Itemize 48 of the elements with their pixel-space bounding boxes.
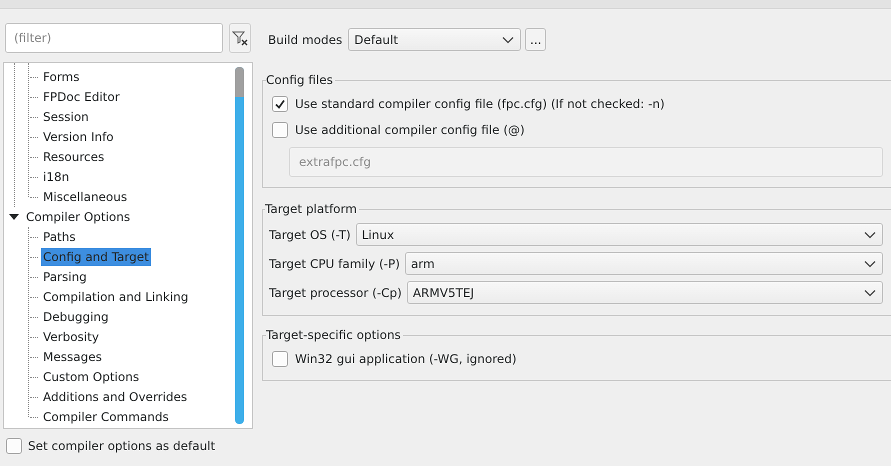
build-mode-dropdown[interactable]: Default xyxy=(348,28,522,51)
field-label: Target CPU family (-P) xyxy=(269,256,400,270)
group-title: Config files xyxy=(266,73,334,87)
chevron-down-icon xyxy=(502,36,514,44)
chevron-down-icon xyxy=(864,260,876,268)
field-label: Target OS (-T) xyxy=(269,228,351,242)
scrollbar[interactable] xyxy=(235,67,244,424)
checkbox-label: Win32 gui application (-WG, ignored) xyxy=(295,352,517,366)
target-dropdown[interactable]: ARMV5TEJ xyxy=(406,281,883,304)
checkbox-label: Use additional compiler config file (@) xyxy=(295,123,525,137)
chevron-down-icon xyxy=(864,230,876,238)
tree-item[interactable]: Additions and Overrides xyxy=(41,388,190,406)
tree-item[interactable]: Compiler Commands xyxy=(41,408,171,426)
build-modes-button[interactable]: ... xyxy=(525,28,546,51)
tree-item[interactable]: Messages xyxy=(41,348,104,366)
filter-field[interactable]: (filter) xyxy=(5,23,223,53)
checkbox[interactable] xyxy=(272,351,288,367)
tree-item[interactable]: Resources xyxy=(41,148,106,166)
tree-item[interactable]: Compiler Options xyxy=(24,208,132,226)
checkbox-label: Use standard compiler config file (fpc.cfg) (If not checked: -n) xyxy=(295,97,665,111)
tree-item[interactable]: Parsing xyxy=(41,268,89,286)
tree-item[interactable]: Debugging xyxy=(41,308,111,326)
checkbox[interactable] xyxy=(272,122,288,138)
tree-item[interactable]: Config and Target xyxy=(41,248,151,266)
filter-clear-icon xyxy=(232,30,248,46)
expanded-arrow-icon[interactable] xyxy=(8,212,20,222)
tree-item[interactable]: Version Info xyxy=(41,128,116,146)
tree-item[interactable]: i18n xyxy=(41,168,72,186)
tree-item[interactable]: Verbosity xyxy=(41,328,101,346)
tree-item[interactable]: FPDoc Editor xyxy=(41,88,122,106)
checkbox-label: Set compiler options as default xyxy=(28,439,216,453)
tree-item[interactable]: Miscellaneous xyxy=(41,188,130,206)
clear-filter-button[interactable] xyxy=(229,23,251,53)
tree-item[interactable]: Compilation and Linking xyxy=(41,288,190,306)
checkbox[interactable] xyxy=(272,96,288,112)
chevron-down-icon xyxy=(864,288,876,296)
tree-item[interactable]: Forms xyxy=(41,68,82,86)
build-modes-label: Build modes xyxy=(268,32,342,46)
checkbox[interactable] xyxy=(6,438,22,454)
group-title: Target-specific options xyxy=(266,328,402,342)
tree-item[interactable]: Paths xyxy=(41,228,78,246)
checkmark-icon xyxy=(274,98,286,110)
tree-item[interactable]: Session xyxy=(41,108,91,126)
field-label: Target processor (-Cp) xyxy=(269,286,402,300)
target-dropdown[interactable]: arm xyxy=(404,252,883,275)
target-dropdown[interactable]: Linux xyxy=(356,223,883,246)
tree-item[interactable]: Custom Options xyxy=(41,368,142,386)
group-title: Target platform xyxy=(265,202,358,216)
